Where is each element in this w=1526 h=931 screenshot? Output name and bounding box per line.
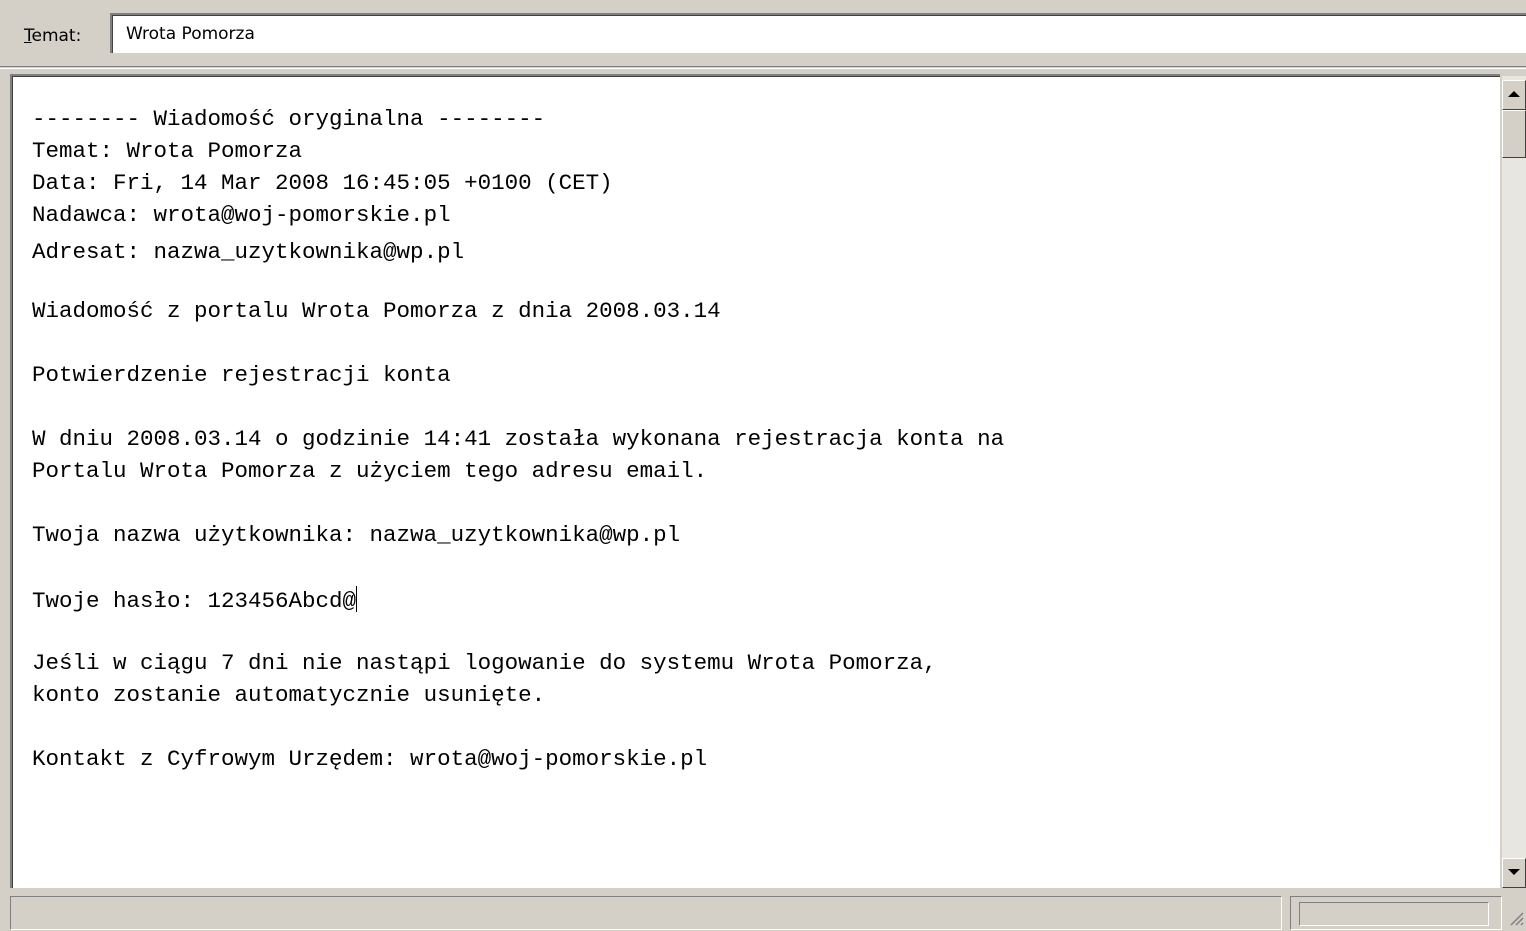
- subject-label-accelerator: T: [24, 26, 32, 46]
- body-line: Adresat: nazwa_uzytkownika@wp.pl: [32, 239, 465, 265]
- status-indicator: [1299, 902, 1489, 926]
- body-line: Jeśli w ciągu 7 dni nie nastąpi logowani…: [32, 650, 937, 676]
- scrollbar-thumb[interactable]: [1502, 110, 1526, 158]
- compose-window: Temat: Wrota Pomorza -------- Wiadomość …: [0, 0, 1526, 931]
- body-line: Potwierdzenie rejestracji konta: [32, 362, 451, 388]
- body-line: Temat: Wrota Pomorza: [32, 138, 303, 164]
- password-line-text: Twoje hasło: 123456Abcd@: [32, 588, 357, 614]
- arrow-up-icon: [1508, 91, 1520, 97]
- subject-bar: Temat: Wrota Pomorza: [0, 0, 1526, 62]
- body-line: W dniu 2008.03.14 o godzinie 14:41 zosta…: [32, 426, 1005, 452]
- body-line: -------- Wiadomość oryginalna --------: [32, 106, 546, 132]
- status-side-panel: [1290, 896, 1502, 930]
- text-caret: [356, 586, 358, 612]
- body-line: Nadawca: wrota@woj-pomorskie.pl: [32, 202, 451, 228]
- scroll-up-button[interactable]: [1502, 80, 1526, 110]
- body-line: Portalu Wrota Pomorza z użyciem tego adr…: [32, 458, 708, 484]
- vertical-scrollbar[interactable]: [1502, 76, 1526, 888]
- body-line: Kontakt z Cyfrowym Urzędem: wrota@woj-po…: [32, 746, 708, 772]
- subject-input[interactable]: Wrota Pomorza: [110, 13, 1526, 53]
- body-line: Twoja nazwa użytkownika: nazwa_uzytkowni…: [32, 522, 681, 548]
- resize-grip-icon[interactable]: [1508, 910, 1524, 926]
- message-body-editor[interactable]: -------- Wiadomość oryginalna -------- T…: [10, 74, 1500, 888]
- subject-label: Temat:: [24, 26, 81, 46]
- scroll-down-button[interactable]: [1502, 858, 1526, 888]
- subject-input-value: Wrota Pomorza: [126, 24, 255, 44]
- status-bar: [0, 892, 1526, 931]
- arrow-down-icon: [1508, 869, 1520, 875]
- body-line: Data: Fri, 14 Mar 2008 16:45:05 +0100 (C…: [32, 170, 613, 196]
- body-line: konto zostanie automatycznie usunięte.: [32, 682, 546, 708]
- status-main-panel: [10, 896, 1282, 930]
- body-line: Wiadomość z portalu Wrota Pomorza z dnia…: [32, 298, 721, 324]
- body-line-password: Twoje hasło: 123456Abcd@: [32, 586, 358, 614]
- subject-label-text: emat:: [31, 26, 82, 46]
- header-divider: [0, 66, 1526, 69]
